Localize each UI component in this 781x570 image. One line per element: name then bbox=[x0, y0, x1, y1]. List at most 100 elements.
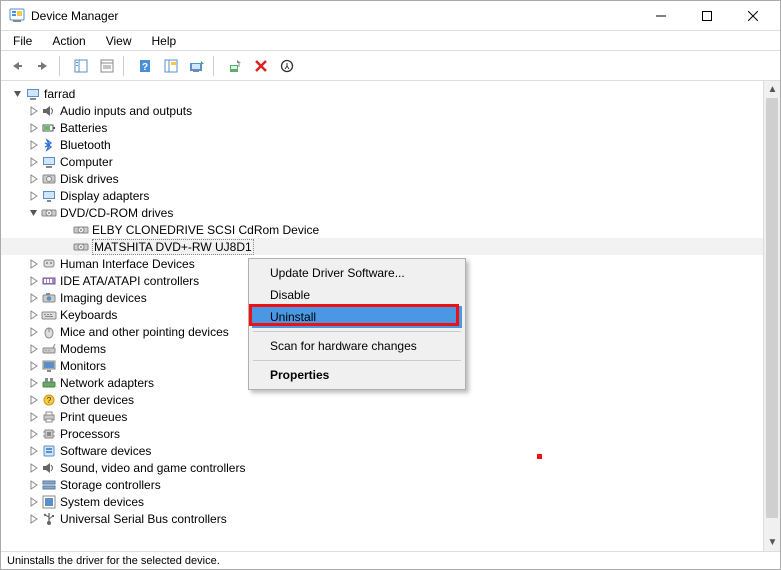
tree-device[interactable]: MATSHITA DVD+-RW UJ8D1 bbox=[1, 238, 763, 255]
category-label: Imaging devices bbox=[60, 291, 147, 305]
category-label: Software devices bbox=[60, 444, 151, 458]
camera-icon bbox=[41, 290, 57, 306]
network-icon bbox=[41, 375, 57, 391]
expand-icon[interactable] bbox=[27, 104, 41, 118]
tree-category[interactable]: ?Other devices bbox=[1, 391, 763, 408]
app-icon bbox=[9, 8, 25, 24]
expand-icon[interactable] bbox=[27, 274, 41, 288]
close-button[interactable] bbox=[730, 2, 776, 30]
expand-icon[interactable] bbox=[27, 376, 41, 390]
tree-category[interactable]: Display adapters bbox=[1, 187, 763, 204]
context-update-driver[interactable]: Update Driver Software... bbox=[252, 262, 462, 284]
context-separator bbox=[253, 360, 461, 361]
harddisk-icon bbox=[41, 171, 57, 187]
scan-hardware-button[interactable] bbox=[185, 54, 209, 78]
expand-icon[interactable] bbox=[27, 121, 41, 135]
category-label: Modems bbox=[60, 342, 106, 356]
expand-icon[interactable] bbox=[27, 427, 41, 441]
menu-view[interactable]: View bbox=[98, 32, 140, 50]
expand-icon[interactable] bbox=[27, 138, 41, 152]
tree-category[interactable]: Universal Serial Bus controllers bbox=[1, 510, 763, 527]
tree-category[interactable]: Audio inputs and outputs bbox=[1, 102, 763, 119]
tree-category[interactable]: Software devices bbox=[1, 442, 763, 459]
expand-icon[interactable] bbox=[27, 410, 41, 424]
category-label: Audio inputs and outputs bbox=[60, 104, 192, 118]
display-icon bbox=[41, 188, 57, 204]
expand-icon[interactable] bbox=[27, 155, 41, 169]
tree-category[interactable]: Sound, video and game controllers bbox=[1, 459, 763, 476]
expand-icon[interactable] bbox=[27, 189, 41, 203]
collapse-icon[interactable] bbox=[27, 206, 41, 220]
collapse-icon[interactable] bbox=[11, 87, 25, 101]
window-title: Device Manager bbox=[31, 9, 118, 23]
tree-category[interactable]: DVD/CD-ROM drives bbox=[1, 204, 763, 221]
scroll-thumb[interactable] bbox=[766, 98, 778, 518]
context-disable[interactable]: Disable bbox=[252, 284, 462, 306]
expand-icon[interactable] bbox=[27, 495, 41, 509]
context-scan-hardware[interactable]: Scan for hardware changes bbox=[252, 335, 462, 357]
menu-file[interactable]: File bbox=[5, 32, 40, 50]
update-driver-button[interactable] bbox=[223, 54, 247, 78]
tree-category[interactable]: Processors bbox=[1, 425, 763, 442]
expand-icon[interactable] bbox=[27, 478, 41, 492]
back-button[interactable] bbox=[5, 54, 29, 78]
modem-icon bbox=[41, 341, 57, 357]
category-label: Human Interface Devices bbox=[60, 257, 195, 271]
category-label: Network adapters bbox=[60, 376, 154, 390]
category-label: Keyboards bbox=[60, 308, 117, 322]
mouse-icon bbox=[41, 324, 57, 340]
expand-icon[interactable] bbox=[27, 393, 41, 407]
scroll-down-button[interactable]: ▼ bbox=[764, 534, 780, 551]
action-icon-button[interactable] bbox=[159, 54, 183, 78]
expand-icon[interactable] bbox=[27, 325, 41, 339]
minimize-button[interactable] bbox=[638, 2, 684, 30]
device-label: MATSHITA DVD+-RW UJ8D1 bbox=[92, 239, 254, 255]
tree-category[interactable]: Batteries bbox=[1, 119, 763, 136]
storage-icon bbox=[41, 477, 57, 493]
expand-icon[interactable] bbox=[27, 444, 41, 458]
expand-icon[interactable] bbox=[27, 308, 41, 322]
tree-device[interactable]: ELBY CLONEDRIVE SCSI CdRom Device bbox=[1, 221, 763, 238]
tree-category[interactable]: System devices bbox=[1, 493, 763, 510]
bluetooth-icon bbox=[41, 137, 57, 153]
svg-text:?: ? bbox=[142, 62, 148, 73]
category-label: Universal Serial Bus controllers bbox=[60, 512, 227, 526]
uninstall-button[interactable] bbox=[249, 54, 273, 78]
maximize-button[interactable] bbox=[684, 2, 730, 30]
toolbar-separator bbox=[123, 56, 129, 76]
tree-category[interactable]: Bluetooth bbox=[1, 136, 763, 153]
expand-icon[interactable] bbox=[27, 512, 41, 526]
expand-icon[interactable] bbox=[27, 172, 41, 186]
tree-category[interactable]: Print queues bbox=[1, 408, 763, 425]
scroll-up-button[interactable]: ▲ bbox=[764, 81, 780, 98]
category-label: Print queues bbox=[60, 410, 127, 424]
expand-icon[interactable] bbox=[27, 359, 41, 373]
help-button[interactable]: ? bbox=[133, 54, 157, 78]
category-label: DVD/CD-ROM drives bbox=[60, 206, 173, 220]
show-hide-tree-button[interactable] bbox=[69, 54, 93, 78]
category-label: Monitors bbox=[60, 359, 106, 373]
vertical-scrollbar[interactable]: ▲ ▼ bbox=[763, 81, 780, 551]
other-icon: ? bbox=[41, 392, 57, 408]
tree-category[interactable]: Computer bbox=[1, 153, 763, 170]
expand-icon[interactable] bbox=[27, 257, 41, 271]
category-label: Batteries bbox=[60, 121, 107, 135]
toolbar-separator bbox=[213, 56, 219, 76]
expand-icon[interactable] bbox=[27, 461, 41, 475]
tree-root[interactable]: farrad bbox=[1, 85, 763, 102]
expand-icon[interactable] bbox=[27, 291, 41, 305]
sound-icon bbox=[41, 460, 57, 476]
context-uninstall[interactable]: Uninstall bbox=[252, 306, 462, 328]
properties-button[interactable] bbox=[95, 54, 119, 78]
menu-help[interactable]: Help bbox=[144, 32, 185, 50]
expand-icon[interactable] bbox=[27, 342, 41, 356]
menu-action[interactable]: Action bbox=[44, 32, 93, 50]
forward-button[interactable] bbox=[31, 54, 55, 78]
tree-category[interactable]: Storage controllers bbox=[1, 476, 763, 493]
device-label: ELBY CLONEDRIVE SCSI CdRom Device bbox=[92, 223, 319, 237]
tree-category[interactable]: Disk drives bbox=[1, 170, 763, 187]
optical-icon bbox=[73, 239, 89, 255]
category-label: Other devices bbox=[60, 393, 134, 407]
context-properties[interactable]: Properties bbox=[252, 364, 462, 386]
disable-button[interactable] bbox=[275, 54, 299, 78]
